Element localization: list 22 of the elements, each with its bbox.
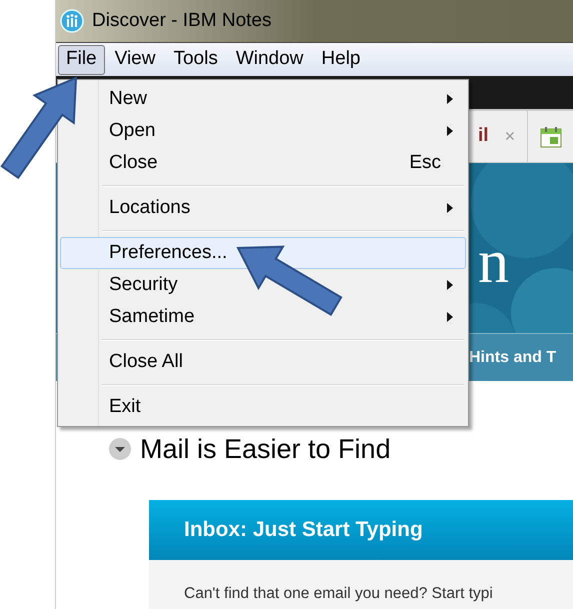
collapse-icon[interactable] xyxy=(108,437,132,462)
app-logo-icon xyxy=(60,9,84,33)
menu-item[interactable]: Locations xyxy=(100,192,466,224)
menu-bar-item[interactable]: Window xyxy=(228,44,312,74)
card-text: Can't find that one email you need? Start typi xyxy=(183,584,494,604)
section-heading: Mail is Easier to Find xyxy=(140,433,391,466)
menu-item[interactable]: Open xyxy=(100,115,466,147)
calendar-icon[interactable] xyxy=(540,126,562,148)
menu-bar-item[interactable]: View xyxy=(106,44,164,74)
menu-item[interactable]: Exit xyxy=(100,391,466,423)
menu-item[interactable]: New xyxy=(100,83,466,115)
menu-item[interactable]: Security xyxy=(100,269,466,301)
menu-bar-item[interactable]: Tools xyxy=(165,44,226,74)
menu-item[interactable]: Close All xyxy=(100,346,466,378)
menu-bar-item[interactable]: Help xyxy=(313,44,368,74)
menu-bar-item[interactable]: File xyxy=(58,44,105,74)
banner-title: n xyxy=(478,231,509,293)
menu-item[interactable]: Sametime xyxy=(100,301,466,333)
card-header: Inbox: Just Start Typing xyxy=(149,500,573,560)
menu-item[interactable]: Preferences... xyxy=(60,237,466,269)
window-title: Discover - IBM Notes xyxy=(92,8,272,33)
menu-item[interactable]: Close Esc xyxy=(100,147,466,179)
